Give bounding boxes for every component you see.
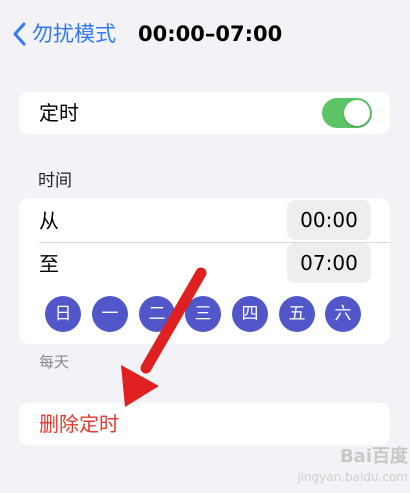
watermark-logo: Bai百度 <box>339 446 408 467</box>
watermark-url: jingyan.baidu.com <box>297 470 408 484</box>
watermark: Bai百度 jingyan.baidu.com <box>292 447 408 489</box>
annotation-arrow-icon <box>121 267 207 407</box>
